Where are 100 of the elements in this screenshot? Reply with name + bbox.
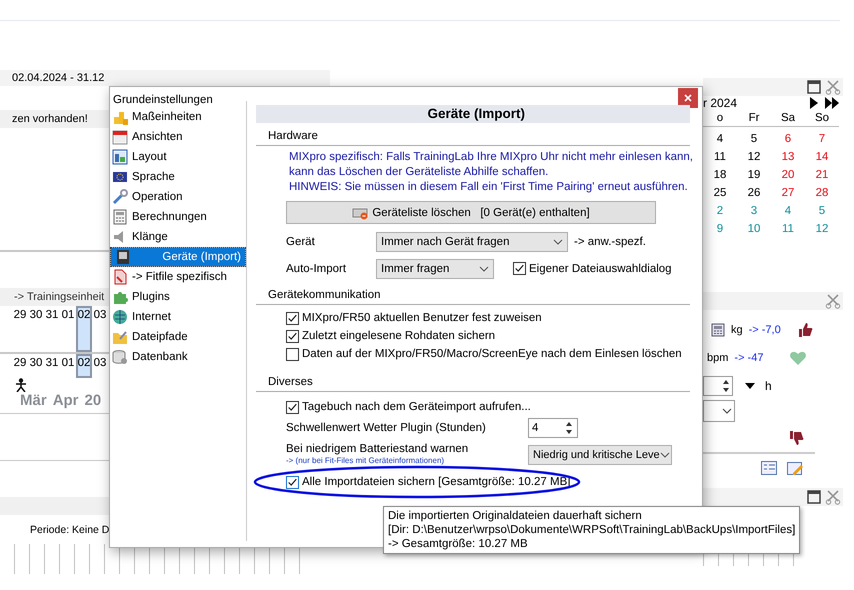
nav-item[interactable]: Internet	[110, 307, 246, 327]
calendar-day[interactable]: 27	[771, 187, 805, 199]
option-label: Tagebuch nach dem Geräteimport aufrufen...	[302, 401, 531, 413]
day-label[interactable]: 29	[12, 354, 28, 378]
coins-icon	[112, 109, 128, 125]
layout-icon	[112, 149, 128, 165]
option-label: Daten auf der MIXpro/FR50/Macro/ScreenEye nach dem Einlesen löschen	[302, 348, 682, 360]
checkbox[interactable]	[286, 348, 299, 360]
clear-device-list-button[interactable]: Geräteliste löschen [0 Gerät(e) enthalten]	[286, 201, 656, 224]
calendar-day[interactable]: 28	[805, 187, 839, 199]
checkbox[interactable]	[286, 476, 299, 488]
calendar-icon	[112, 129, 128, 145]
month-label: Mär	[20, 392, 47, 409]
checkbox[interactable]	[286, 312, 299, 324]
threshold-spinner[interactable]: 4	[528, 418, 578, 438]
calendar-day[interactable]: 4	[771, 205, 805, 217]
calendar-day[interactable]: 19	[737, 169, 771, 181]
folder-icon	[112, 329, 128, 345]
day-label[interactable]: 03	[92, 354, 108, 378]
field-label: Auto-Import	[286, 262, 348, 274]
info-text: HINWEIS: Sie müssen in diesem Fall ein 'First Time Pairing' erneut ausführen.	[289, 180, 688, 195]
battery-dropdown[interactable]: Niedrig und kritische Leve	[528, 445, 672, 465]
calendar-day[interactable]: 18	[703, 169, 737, 181]
calendar-day[interactable]: 4	[703, 133, 737, 145]
weekday-label: o	[716, 112, 724, 124]
chevron-down-icon	[660, 452, 670, 458]
calendar-day[interactable]: 25	[703, 187, 737, 199]
checkbox[interactable]	[286, 330, 299, 342]
weekday-label: Fr	[748, 112, 760, 124]
nav-item[interactable]: Plugins	[110, 287, 246, 307]
globe-icon	[112, 309, 128, 325]
nav-item[interactable]: Geräte (Import)	[110, 247, 246, 267]
device-icon	[115, 249, 131, 265]
day-label[interactable]: 31	[44, 306, 60, 352]
status-message: zen vorhanden!	[12, 113, 88, 125]
calendar-day[interactable]: 3	[737, 205, 771, 217]
calendar-day[interactable]: 14	[805, 151, 839, 163]
day-label[interactable]: 02	[76, 354, 92, 378]
nav-item[interactable]: Layout	[110, 147, 246, 167]
option-label: MIXpro/FR50 aktuellen Benutzer fest zuweisen	[302, 312, 542, 324]
thumbs-up-icon	[796, 322, 813, 338]
calendar-day[interactable]: 12	[737, 151, 771, 163]
dialog-title: Grundeinstellungen	[113, 94, 213, 106]
runner-icon	[14, 378, 28, 392]
nav-item[interactable]: Berechnungen	[110, 207, 246, 227]
puzzle-icon	[112, 289, 128, 305]
calendar-day[interactable]: 9	[703, 223, 737, 235]
spin-arrows-icon	[563, 420, 575, 436]
day-label[interactable]: 30	[28, 306, 44, 352]
calendar-day[interactable]: 26	[737, 187, 771, 199]
calendar-day[interactable]: 12	[805, 223, 839, 235]
nav-item[interactable]: -> Fitfile spezifisch	[110, 267, 246, 287]
nav-item[interactable]: Datenbank	[110, 347, 246, 367]
nav-item[interactable]: Maßeinheiten	[110, 107, 246, 127]
nav-item[interactable]: Operation	[110, 187, 246, 207]
month-title: r 2024	[703, 96, 738, 110]
calendar-day[interactable]: 10	[737, 223, 771, 235]
day-label[interactable]: 30	[28, 354, 44, 378]
checkbox[interactable]	[286, 400, 299, 414]
day-label[interactable]: 02	[76, 306, 92, 352]
day-label[interactable]: 03	[92, 306, 108, 352]
calendar-day[interactable]: 6	[771, 133, 805, 145]
weekday-label: Sa	[780, 112, 796, 124]
calculator-icon	[711, 323, 725, 337]
nav-item[interactable]: Sprache	[110, 167, 246, 187]
hours-unit: h	[765, 379, 772, 393]
calendar-day[interactable]: 2	[703, 205, 737, 217]
tooltip-text: [Dir: D:\Benutzer\wrpso\Dokumente\WRPSoft\TrainingLab\BackUps\ImportFiles]	[388, 523, 796, 537]
scissors-icon	[825, 489, 841, 505]
month-label: Apr	[52, 392, 79, 409]
maximize-icon	[807, 80, 821, 94]
field-label: Schwellenwert Wetter Plugin (Stunden)	[286, 422, 487, 434]
checkbox[interactable]	[513, 262, 526, 275]
nav-item[interactable]: Dateipfade	[110, 327, 246, 347]
nav-item[interactable]: Klänge	[110, 227, 246, 247]
day-label[interactable]: 31	[44, 354, 60, 378]
database-icon	[112, 349, 128, 365]
close-button[interactable]	[678, 88, 698, 108]
day-label[interactable]: 29	[12, 306, 28, 352]
section-title: Gerätekommunikation	[256, 282, 690, 305]
calendar-day[interactable]: 5	[805, 205, 839, 217]
calendar-day[interactable]: 5	[737, 133, 771, 145]
calendar-day[interactable]: 13	[771, 151, 805, 163]
calendar-day[interactable]: 20	[771, 169, 805, 181]
tooltip-text: -> Gesamtgröße: 10.27 MB	[388, 537, 529, 551]
day-label[interactable]: 01	[60, 306, 76, 352]
weekday-label: So	[814, 112, 830, 124]
option-label: Eigener Dateiauswahldialog	[529, 262, 672, 274]
period-label: Periode: Keine D	[30, 524, 110, 536]
day-label[interactable]: 01	[60, 354, 76, 378]
info-text: MIXpro spezifisch: Falls TrainingLab Ihre MIXpro Uhr nicht mehr einlesen kann,	[289, 150, 693, 165]
calendar-day[interactable]: 21	[805, 169, 839, 181]
auto-import-dropdown[interactable]: Immer fragen	[376, 258, 494, 278]
device-dropdown[interactable]: Immer nach Gerät fragen	[376, 232, 568, 252]
calendar-day[interactable]: 7	[805, 133, 839, 145]
calendar-day[interactable]: 11	[771, 223, 805, 235]
tooltip-text: Die importierten Originaldateien dauerhaft sichern	[388, 509, 643, 523]
calendar-day[interactable]: 11	[703, 151, 737, 163]
nav-item[interactable]: Ansichten	[110, 127, 246, 147]
flag-icon	[112, 169, 128, 185]
